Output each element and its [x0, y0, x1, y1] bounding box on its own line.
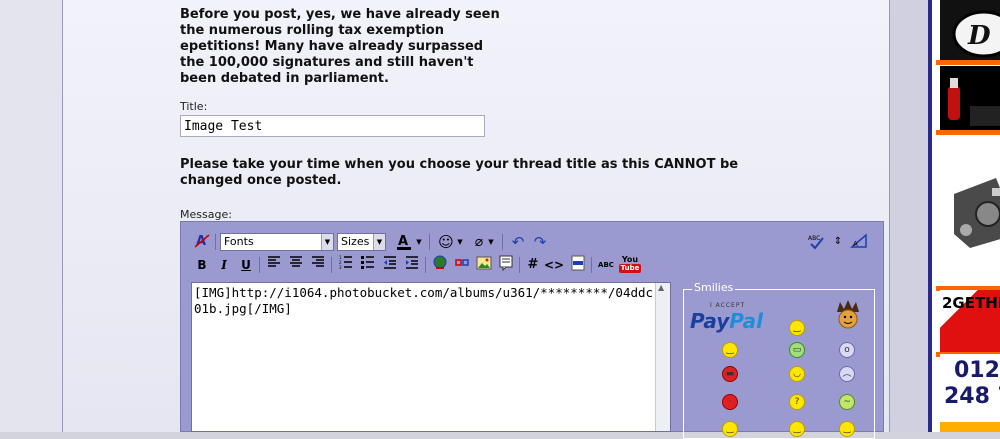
svg-text:D: D	[967, 21, 991, 51]
scroll-up-icon[interactable]: ▲	[658, 283, 664, 292]
advert-together-text: 2GETHE	[942, 294, 1000, 312]
underline-button[interactable]: U	[237, 255, 255, 275]
grin-smilie-icon[interactable]: ▭	[789, 342, 805, 358]
unlink-icon[interactable]	[453, 255, 471, 275]
insert-quote-icon[interactable]	[497, 255, 515, 275]
toolbar-separator	[502, 234, 503, 250]
attachment-icon[interactable]: ⌀	[472, 232, 486, 252]
spellcheck-icon[interactable]: ABC	[807, 232, 827, 252]
advert-banner-gearbox[interactable]	[940, 138, 1000, 286]
unordered-list-icon[interactable]	[359, 255, 377, 275]
advert-banner-wheel[interactable]: D	[940, 0, 1000, 60]
message-text: [IMG]http://i1064.photobucket.com/albums…	[194, 285, 654, 316]
align-right-icon[interactable]	[309, 255, 327, 275]
confused-smilie-icon[interactable]: ?	[789, 394, 805, 410]
happy-smilie-icon[interactable]: ‿	[722, 342, 738, 358]
font-select[interactable]: Fonts ▼	[220, 233, 334, 251]
size-select[interactable]: Sizes ▼	[337, 233, 386, 251]
attachment-dropdown-icon[interactable]: ▼	[486, 232, 496, 252]
youtube-icon[interactable]: You Tube	[619, 255, 641, 275]
redo-icon[interactable]: ↷	[531, 232, 549, 252]
paypal-pal-text: Pal	[729, 309, 764, 333]
ordered-list-icon[interactable]: 123	[337, 255, 355, 275]
textarea-scrollbar[interactable]: ▲	[655, 283, 670, 431]
paypal-accept-text: I ACCEPT	[710, 302, 746, 309]
laugh-smilie-icon[interactable]: ◡	[789, 366, 805, 382]
svg-text:ABC: ABC	[808, 235, 820, 242]
svg-text:A: A	[398, 234, 408, 249]
insert-link-icon[interactable]	[431, 255, 449, 275]
paypal-logo-text: PayPal	[690, 309, 763, 333]
svg-text:A: A	[853, 240, 858, 248]
cool-smilie-icon[interactable]: ‿	[839, 421, 855, 437]
epetition-notice: Before you post, yes, we have already se…	[180, 7, 500, 86]
insert-image-icon[interactable]	[475, 255, 493, 275]
wink-smilie-icon[interactable]: ‿	[789, 421, 805, 437]
paypal-smilie[interactable]: I ACCEPT PayPal	[690, 302, 774, 333]
toolbar-separator	[429, 234, 430, 250]
message-textarea[interactable]: [IMG]http://i1064.photobucket.com/albums…	[191, 282, 671, 432]
left-margin	[0, 0, 62, 432]
undo-icon[interactable]: ↶	[509, 232, 527, 252]
advert-sidebar: D 2GETHE 012 248 7	[928, 0, 1000, 432]
message-label: Message:	[180, 208, 232, 221]
advert-divider	[936, 130, 1000, 135]
font-color-icon[interactable]: A	[394, 232, 414, 252]
smilies-title: Smilies	[692, 281, 736, 294]
advert-banner-phone[interactable]: 012 248 7	[940, 354, 1000, 418]
align-left-icon[interactable]	[265, 255, 283, 275]
angry-smilie-icon[interactable]: ▬	[722, 366, 738, 382]
svg-text:3: 3	[339, 265, 342, 269]
youtube-you-label: You	[621, 255, 639, 264]
paypal-pay-text: Pay	[690, 309, 730, 333]
toolbar-separator	[425, 257, 426, 273]
smilies-panel: Smilies I ACCEPT PayPal ‿ ‿ ▭ o ▬ ◡ ︵ ? …	[683, 281, 875, 439]
align-center-icon[interactable]	[287, 255, 305, 275]
sad-smilie-icon[interactable]: ︵	[839, 366, 855, 382]
bold-button[interactable]: B	[193, 255, 211, 275]
right-gutter	[890, 0, 928, 432]
spell-check-button[interactable]: ABC	[595, 255, 617, 275]
font-select-value: Fonts	[224, 235, 254, 248]
editor-toolbar-bottom: B I U 123 # <> ABC You Tube	[189, 255, 879, 275]
advert-divider	[936, 60, 1000, 65]
title-label: Title:	[180, 100, 208, 113]
indian-chief-smilie-icon[interactable]	[834, 300, 862, 330]
wrap-hash-button[interactable]: #	[525, 255, 541, 275]
youtube-tube-label: Tube	[619, 264, 641, 273]
smiley-menu-icon[interactable]: ☺	[437, 232, 455, 252]
wrap-code-button[interactable]: <>	[543, 255, 565, 275]
toolbar-separator	[259, 257, 260, 273]
resize-vertical-icon[interactable]: ⇕	[831, 232, 845, 252]
tongue-smilie-icon[interactable]: ‿	[722, 421, 738, 437]
smiley-dropdown-icon[interactable]: ▼	[455, 232, 465, 252]
toolbar-separator	[215, 234, 216, 250]
advert-phone-line1: 012	[954, 358, 1000, 383]
advert-banner-bottle[interactable]	[940, 66, 1000, 130]
remove-format-icon[interactable]: A	[193, 232, 211, 252]
shocked-smilie-icon[interactable]: o	[839, 342, 855, 358]
indent-icon[interactable]	[403, 255, 421, 275]
outdent-icon[interactable]	[381, 255, 399, 275]
font-color-dropdown-icon[interactable]: ▼	[414, 232, 424, 252]
italic-button[interactable]: I	[215, 255, 233, 275]
chevron-down-icon: ▼	[373, 234, 385, 250]
advert-banner-together[interactable]: 2GETHE	[940, 290, 1000, 352]
toolbar-separator	[331, 257, 332, 273]
wrap-php-icon[interactable]	[569, 255, 587, 275]
thread-title-input[interactable]	[180, 115, 485, 137]
toolbar-separator	[591, 257, 592, 273]
switch-mode-icon[interactable]: A	[849, 232, 869, 252]
smile-smilie-icon[interactable]: ‿	[789, 320, 805, 336]
toolbar-separator	[519, 257, 520, 273]
chevron-down-icon: ▼	[321, 234, 333, 250]
mad-smilie-icon[interactable]: ·	[722, 394, 738, 410]
advert-banner-footer[interactable]	[940, 422, 1000, 432]
editor-toolbar-top: A Fonts ▼ Sizes ▼ A ▼ ☺ ▼ ⌀ ▼ ↶ ↷ ABC ⇕ …	[189, 232, 879, 252]
title-warning-notice: Please take your time when you choose yo…	[180, 157, 739, 188]
advert-phone-line2: 248 7	[944, 384, 1000, 409]
message-editor: A Fonts ▼ Sizes ▼ A ▼ ☺ ▼ ⌀ ▼ ↶ ↷ ABC ⇕ …	[180, 221, 884, 439]
sick-smilie-icon[interactable]: ~	[839, 394, 855, 410]
size-select-value: Sizes	[341, 235, 370, 248]
